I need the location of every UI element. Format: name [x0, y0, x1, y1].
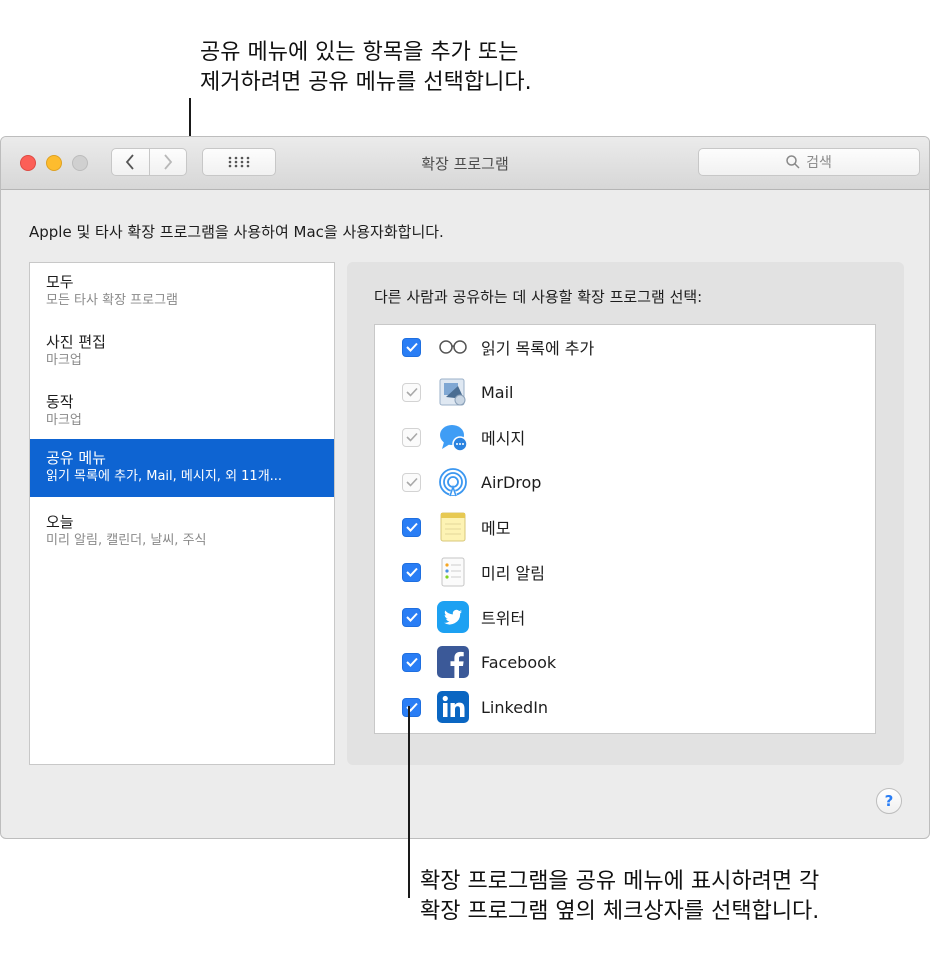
list-item: 읽기 목록에 추가 — [375, 325, 875, 369]
facebook-checkbox[interactable] — [402, 652, 421, 672]
extension-category-list: 모두 모든 타사 확장 프로그램 사진 편집 마크업 동작 마크업 공유 메뉴 … — [29, 262, 335, 765]
checkmark-icon — [405, 387, 418, 397]
checkmark-icon — [405, 342, 418, 352]
sidebar-item-subtitle: 마크업 — [46, 353, 82, 368]
extensions-window: 확장 프로그램 검색 Apple 및 타사 확장 프로그램을 사용하여 Mac을… — [0, 136, 930, 839]
list-item: 메모 — [375, 505, 875, 549]
top-callout: 공유 메뉴에 있는 항목을 추가 또는 제거하려면 공유 메뉴를 선택합니다. — [200, 38, 532, 98]
bottom-callout-leader-line — [408, 706, 410, 898]
extension-label: Mail — [481, 382, 514, 402]
linkedin-icon — [437, 691, 469, 723]
extension-label: 읽기 목록에 추가 — [481, 339, 595, 358]
checkmark-icon — [405, 567, 418, 577]
list-item: Mail — [375, 370, 875, 414]
airdrop-checkbox[interactable] — [402, 472, 421, 492]
list-item: LinkedIn — [375, 685, 875, 729]
airdrop-icon — [437, 466, 469, 498]
list-item: 메시지 — [375, 415, 875, 459]
sidebar-item-title: 동작 — [46, 393, 74, 411]
linkedin-checkbox[interactable] — [402, 697, 421, 717]
checkmark-icon — [405, 432, 418, 442]
checkmark-icon — [405, 522, 418, 532]
sidebar-item-title: 공유 메뉴 — [46, 449, 106, 467]
twitter-icon — [437, 601, 469, 633]
reading-list-checkbox[interactable] — [402, 337, 421, 357]
sidebar-item-title: 모두 — [46, 273, 74, 291]
mail-icon — [437, 376, 469, 408]
mail-checkbox[interactable] — [402, 382, 421, 402]
extension-list: 읽기 목록에 추가 Mail 메시지 AirDrop 메모 미리 알림 트위터 … — [374, 324, 876, 734]
sidebar-item-subtitle: 모든 타사 확장 프로그램 — [46, 293, 178, 308]
reminders-icon — [437, 556, 469, 588]
search-input[interactable]: 검색 — [698, 148, 920, 176]
notes-checkbox[interactable] — [402, 517, 421, 537]
list-item: Facebook — [375, 640, 875, 684]
extension-label: LinkedIn — [481, 697, 549, 717]
checkmark-icon — [405, 612, 418, 622]
extension-label: 메시지 — [481, 429, 526, 448]
extension-label: 트위터 — [481, 609, 526, 628]
messages-checkbox[interactable] — [402, 427, 421, 447]
reading-list-icon — [437, 331, 469, 363]
pane-title: 다른 사람과 공유하는 데 사용할 확장 프로그램 선택: — [374, 288, 703, 306]
help-button[interactable]: ? — [876, 788, 902, 814]
checkmark-icon — [405, 477, 418, 487]
extension-label: AirDrop — [481, 472, 542, 492]
sidebar-item-actions[interactable]: 동작 마크업 — [30, 383, 334, 443]
messages-icon — [437, 421, 469, 453]
sidebar-item-today[interactable]: 오늘 미리 알림, 캘린더, 날씨, 주식 — [30, 503, 334, 563]
extensions-detail-pane: 다른 사람과 공유하는 데 사용할 확장 프로그램 선택: 읽기 목록에 추가 — [347, 262, 904, 765]
facebook-icon — [437, 646, 469, 678]
twitter-checkbox[interactable] — [402, 607, 421, 627]
extension-label: 메모 — [481, 519, 511, 538]
sidebar-item-subtitle: 마크업 — [46, 413, 82, 428]
list-item: 미리 알림 — [375, 550, 875, 594]
bottom-callout: 확장 프로그램을 공유 메뉴에 표시하려면 각 확장 프로그램 옆의 체크상자를… — [420, 867, 819, 927]
sidebar-item-share-menu[interactable]: 공유 메뉴 읽기 목록에 추가, Mail, 메시지, 외 11개... — [30, 439, 334, 497]
notes-icon — [437, 511, 469, 543]
extension-label: Facebook — [481, 652, 557, 672]
list-item: 트위터 — [375, 595, 875, 639]
sidebar-item-title: 오늘 — [46, 513, 74, 531]
reminders-checkbox[interactable] — [402, 562, 421, 582]
checkmark-icon — [405, 657, 418, 667]
search-icon — [786, 155, 800, 169]
window-description: Apple 및 타사 확장 프로그램을 사용하여 Mac을 사용자화합니다. — [29, 223, 444, 241]
sidebar-item-photo-editing[interactable]: 사진 편집 마크업 — [30, 323, 334, 383]
bottom-callout-line-2: 확장 프로그램 옆의 체크상자를 선택합니다. — [420, 899, 820, 924]
search-placeholder: 검색 — [806, 155, 832, 171]
sidebar-item-all[interactable]: 모두 모든 타사 확장 프로그램 — [30, 263, 334, 323]
sidebar-item-title: 사진 편집 — [46, 333, 106, 351]
sidebar-item-subtitle: 미리 알림, 캘린더, 날씨, 주식 — [46, 533, 207, 548]
extension-label: 미리 알림 — [481, 564, 545, 583]
title-bar: 확장 프로그램 검색 — [1, 137, 929, 190]
bottom-callout-line-1: 확장 프로그램을 공유 메뉴에 표시하려면 각 — [420, 869, 820, 894]
top-callout-line-1: 공유 메뉴에 있는 항목을 추가 또는 — [200, 40, 519, 65]
top-callout-line-2: 제거하려면 공유 메뉴를 선택합니다. — [200, 70, 532, 95]
list-item: AirDrop — [375, 460, 875, 504]
sidebar-item-subtitle: 읽기 목록에 추가, Mail, 메시지, 외 11개... — [46, 469, 283, 484]
